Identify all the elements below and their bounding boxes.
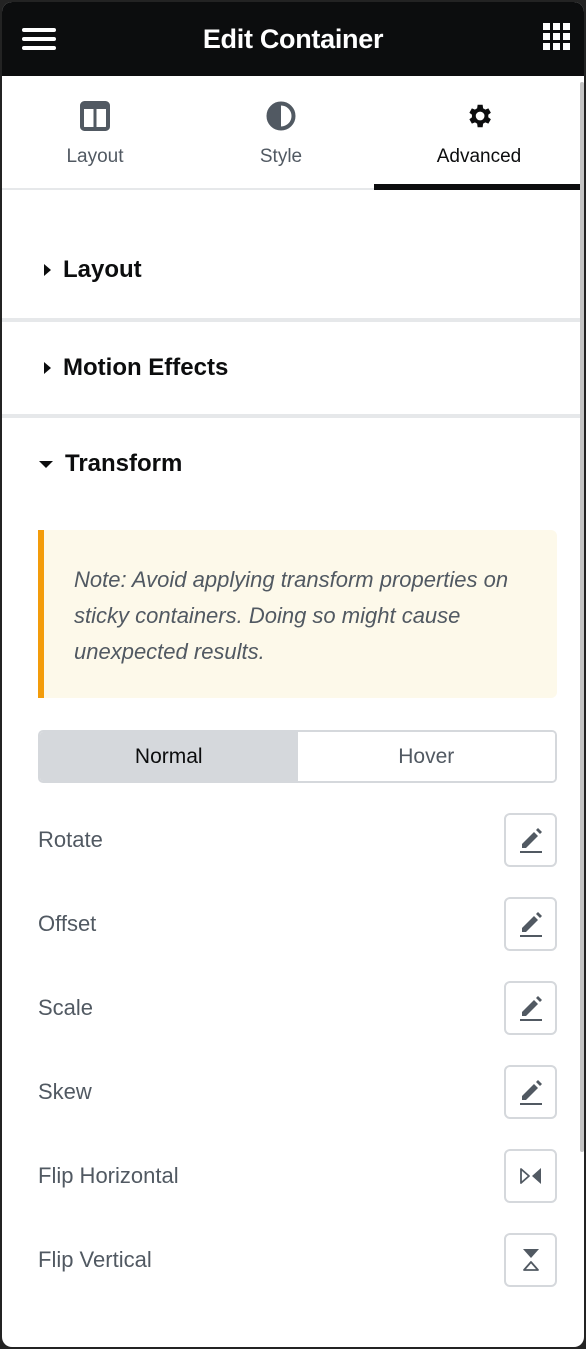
alert-text: Note: Avoid applying transform propertie… — [74, 567, 509, 664]
control-flip-horizontal: Flip Horizontal — [38, 1149, 557, 1203]
flip-vertical-button[interactable] — [504, 1233, 557, 1287]
half-circle-icon — [265, 100, 297, 132]
tab-label: Advanced — [436, 146, 522, 167]
tab-advanced[interactable]: Advanced — [374, 76, 584, 190]
caret-down-icon — [39, 460, 53, 468]
offset-edit-button[interactable] — [504, 897, 557, 951]
tab-normal[interactable]: Normal — [40, 732, 298, 781]
gear-icon — [463, 100, 495, 132]
panel-header: Edit Container — [2, 2, 584, 76]
tab-layout[interactable]: Layout — [2, 76, 188, 188]
hamburger-icon[interactable] — [22, 26, 56, 52]
tab-style[interactable]: Style — [188, 76, 374, 188]
scrollbar[interactable] — [580, 82, 584, 1152]
section-title: Motion Effects — [63, 354, 229, 381]
caret-right-icon — [44, 264, 51, 276]
control-offset: Offset — [38, 897, 557, 951]
panel-title: Edit Container — [202, 23, 384, 54]
tab-label: Layout — [66, 146, 124, 167]
control-label: Offset — [38, 911, 97, 936]
editor-panel: Edit Container Layout Style Advanced Lay… — [2, 2, 584, 1347]
section-title: Layout — [63, 256, 142, 283]
control-rotate: Rotate — [38, 813, 557, 867]
columns-icon — [79, 100, 111, 132]
control-label: Skew — [38, 1079, 92, 1104]
control-label: Flip Vertical — [38, 1247, 152, 1272]
section-transform[interactable]: Transform — [2, 418, 584, 510]
transform-note-alert: Note: Avoid applying transform propertie… — [38, 530, 557, 698]
tab-hover[interactable]: Hover — [297, 732, 555, 781]
flip-vertical-icon — [522, 1249, 539, 1271]
section-layout[interactable]: Layout — [2, 224, 584, 316]
grid-icon[interactable] — [543, 23, 571, 51]
section-motion-effects[interactable]: Motion Effects — [2, 322, 584, 414]
rotate-edit-button[interactable] — [504, 813, 557, 867]
control-label: Flip Horizontal — [38, 1163, 179, 1188]
skew-edit-button[interactable] — [504, 1065, 557, 1119]
tab-label: Style — [259, 146, 303, 167]
pencil-icon — [519, 828, 542, 853]
panel-tabs: Layout Style Advanced — [2, 76, 584, 190]
control-scale: Scale — [38, 981, 557, 1035]
scale-edit-button[interactable] — [504, 981, 557, 1035]
control-flip-vertical: Flip Vertical — [38, 1233, 557, 1287]
pencil-icon — [519, 912, 542, 937]
pencil-icon — [519, 996, 542, 1021]
state-toggle: Normal Hover — [38, 730, 557, 783]
section-title: Transform — [65, 450, 183, 477]
flip-horizontal-icon — [519, 1168, 541, 1184]
pencil-icon — [519, 1080, 542, 1105]
flip-horizontal-button[interactable] — [504, 1149, 557, 1203]
control-skew: Skew — [38, 1065, 557, 1119]
control-label: Scale — [38, 995, 94, 1020]
control-label: Rotate — [38, 827, 103, 852]
caret-right-icon — [44, 362, 51, 374]
